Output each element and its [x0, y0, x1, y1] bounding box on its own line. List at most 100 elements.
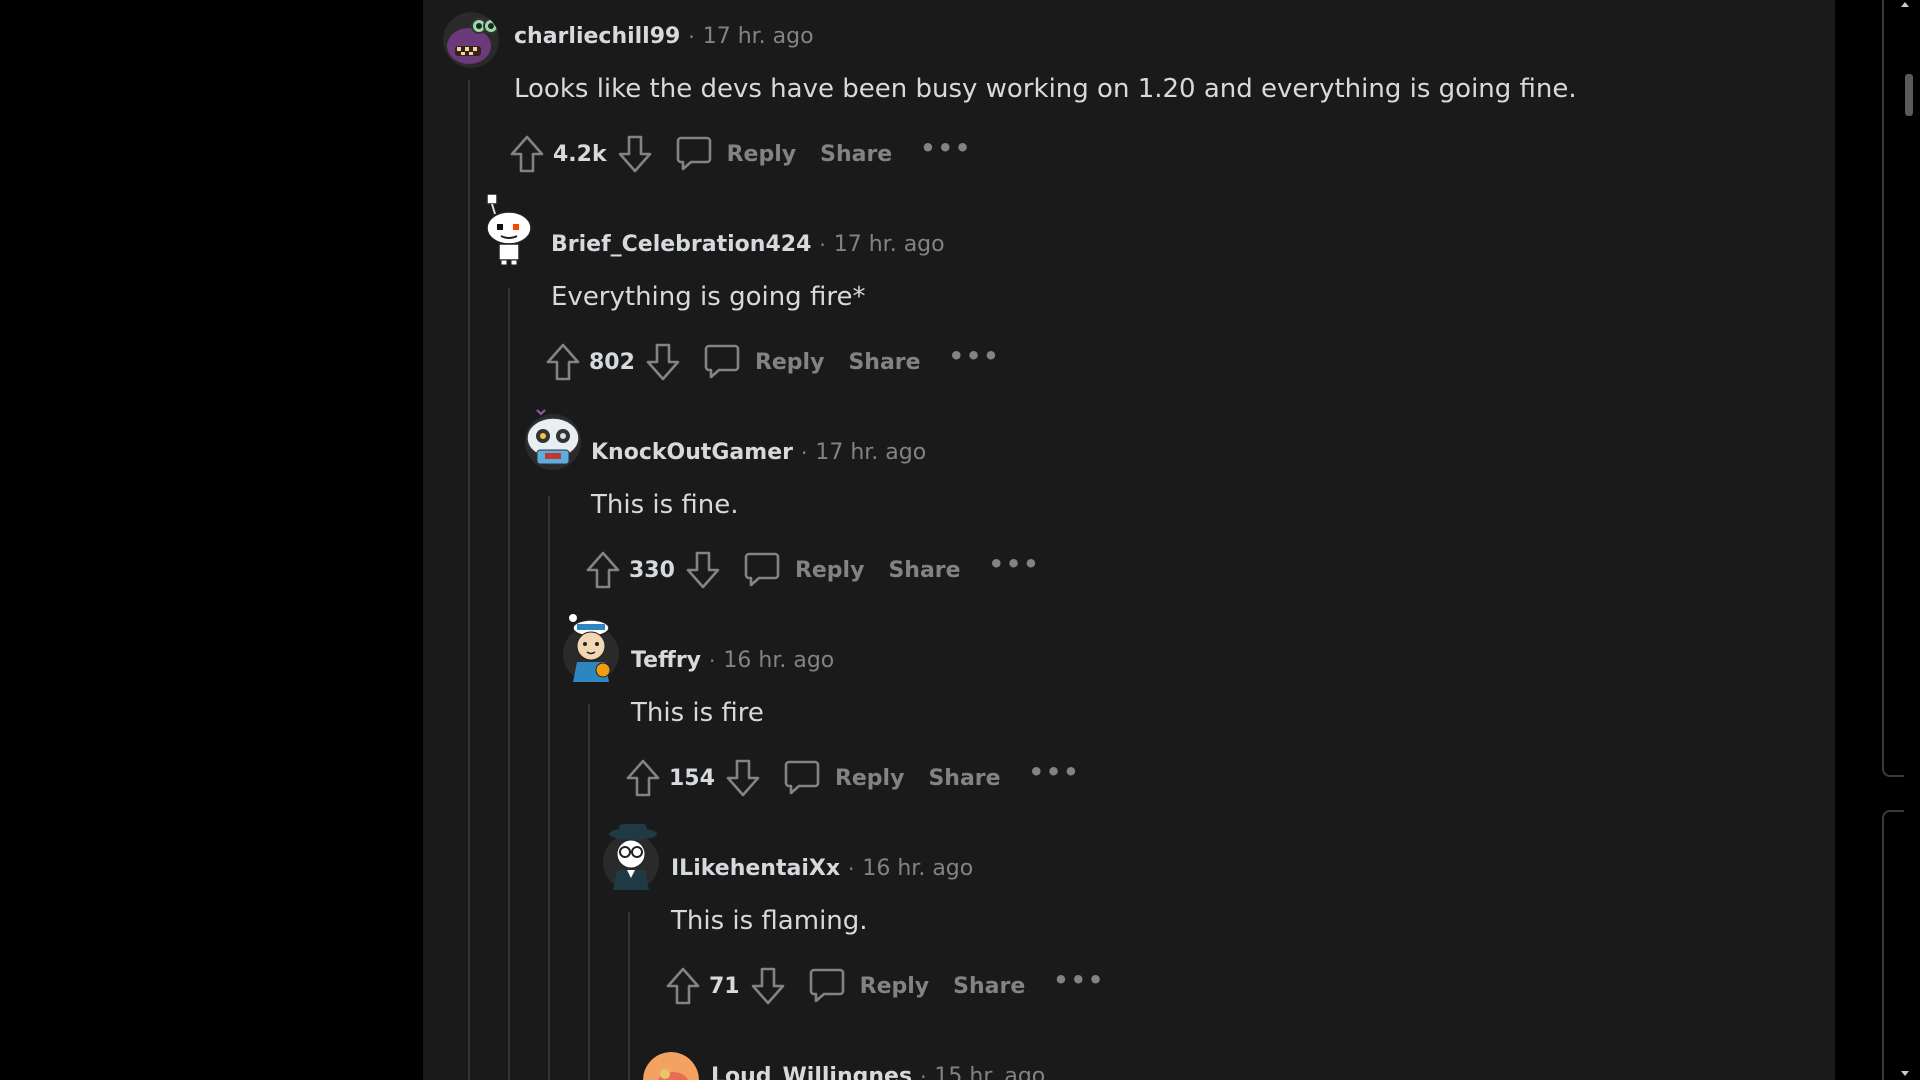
reply-button[interactable]: Reply [743, 551, 865, 589]
timestamp[interactable]: 17 hr. ago [834, 232, 945, 257]
downvote-arrow-icon [751, 967, 784, 1005]
reply-label: Reply [754, 349, 825, 375]
avatar[interactable] [483, 193, 539, 266]
avatar[interactable] [443, 12, 499, 68]
timestamp[interactable]: 17 hr. ago [815, 440, 926, 465]
downvote-arrow-icon [646, 343, 680, 381]
comment-meta: Loud_Willingnes · 15 hr. ago [711, 1064, 1045, 1080]
comment-body: This is fine. [591, 490, 739, 520]
avatar[interactable] [603, 824, 659, 890]
avatar[interactable] [523, 409, 581, 470]
share-label: Share [928, 765, 1001, 791]
timestamp[interactable]: 15 hr. ago [934, 1064, 1045, 1080]
comment-actions: 4.2k Reply Share ••• [507, 132, 972, 176]
sailor-avatar-icon [563, 614, 619, 682]
scrollbar-thumb[interactable] [1905, 74, 1913, 116]
more-options-icon: ••• [988, 550, 1041, 578]
share-button[interactable]: Share [953, 974, 1025, 999]
upvote-button[interactable] [623, 756, 663, 800]
thread-line-level-3[interactable] [548, 496, 550, 1080]
more-options-button[interactable]: ••• [949, 344, 1001, 368]
downvote-arrow-icon [686, 551, 720, 589]
share-button[interactable]: Share [928, 766, 1000, 791]
reply-button[interactable]: Reply [783, 759, 904, 797]
share-label: Share [820, 141, 893, 167]
comment-actions: 71 Reply Share ••• [663, 964, 1105, 1008]
author-link[interactable]: ILikehentaiXx [671, 856, 840, 881]
comment-actions: 802 Reply Share ••• [543, 340, 1001, 384]
thread-line-level-5[interactable] [628, 912, 630, 1080]
share-button[interactable]: Share [820, 142, 892, 167]
share-label: Share [888, 557, 961, 583]
meta-separator: · [920, 1064, 927, 1080]
more-options-button[interactable]: ••• [1029, 760, 1081, 784]
author-link[interactable]: Teffry [631, 648, 701, 673]
comment-bubble-icon [676, 136, 711, 171]
comment-meta: Brief_Celebration424 · 17 hr. ago [551, 232, 945, 257]
author-link[interactable]: Brief_Celebration424 [551, 232, 811, 257]
comment-bubble-icon [809, 968, 844, 1003]
upvote-arrow-icon [546, 343, 580, 381]
thread-line-level-2[interactable] [508, 288, 510, 1080]
comment-thread-panel: charliechill99 · 17 hr. ago Looks like t… [423, 0, 1835, 1080]
comment-body: This is fire [631, 698, 764, 728]
avatar[interactable] [643, 1052, 699, 1080]
timestamp[interactable]: 16 hr. ago [723, 648, 834, 673]
comment-meta: ILikehentaiXx · 16 hr. ago [671, 856, 973, 881]
downvote-arrow-icon [618, 135, 651, 173]
avatar[interactable] [563, 614, 619, 682]
side-panel-edge [1882, 810, 1904, 1080]
upvote-arrow-icon [586, 551, 620, 589]
reply-button[interactable]: Reply [703, 343, 825, 381]
downvote-button[interactable] [748, 964, 788, 1008]
timestamp[interactable]: 17 hr. ago [703, 24, 814, 49]
comment-meta: KnockOutGamer · 17 hr. ago [591, 440, 926, 465]
downvote-button[interactable] [723, 756, 763, 800]
upvote-button[interactable] [583, 548, 623, 592]
scroll-up-arrow-icon[interactable] [1901, 2, 1909, 7]
upvote-arrow-icon [510, 135, 544, 173]
author-link[interactable]: KnockOutGamer [591, 440, 793, 465]
author-link[interactable]: charliechill99 [514, 24, 680, 49]
comment-body: This is flaming. [671, 906, 868, 936]
downvote-button[interactable] [643, 340, 683, 384]
scroll-down-arrow-icon[interactable] [1901, 1071, 1909, 1076]
vote-score: 154 [669, 765, 715, 791]
meta-separator: · [819, 232, 826, 257]
share-label: Share [848, 349, 921, 375]
more-options-button[interactable]: ••• [989, 552, 1041, 576]
downvote-arrow-icon [726, 759, 760, 797]
upvote-button[interactable] [507, 132, 547, 176]
share-button[interactable]: Share [848, 350, 920, 375]
timestamp[interactable]: 16 hr. ago [862, 856, 973, 881]
reply-label: Reply [726, 141, 797, 167]
more-options-button[interactable]: ••• [1053, 968, 1105, 992]
vote-score: 802 [589, 349, 635, 375]
thread-line-level-1[interactable] [468, 80, 470, 1080]
reply-button[interactable]: Reply [675, 135, 797, 173]
comment-meta: charliechill99 · 17 hr. ago [514, 24, 814, 49]
snoo-avatar-icon [486, 193, 532, 266]
upvote-button[interactable] [663, 964, 703, 1008]
downvote-button[interactable] [615, 132, 655, 176]
comment-bubble-icon [744, 552, 780, 587]
downvote-button[interactable] [683, 548, 723, 592]
detective-avatar-icon [603, 824, 659, 890]
comment-actions: 154 Reply Share ••• [623, 756, 1081, 800]
reply-label: Reply [794, 557, 865, 583]
author-link[interactable]: Loud_Willingnes [711, 1064, 912, 1080]
upvote-arrow-icon [626, 759, 660, 797]
reply-button[interactable]: Reply [808, 967, 929, 1005]
upvote-button[interactable] [543, 340, 583, 384]
thread-line-level-4[interactable] [588, 704, 590, 1080]
vote-score: 4.2k [553, 141, 607, 167]
meta-separator: · [848, 856, 855, 881]
meta-separator: · [709, 648, 716, 673]
upvote-arrow-icon [666, 967, 700, 1005]
more-options-button[interactable]: ••• [920, 136, 972, 160]
comment-body: Everything is going fire* [551, 282, 866, 312]
share-button[interactable]: Share [888, 558, 960, 583]
comment-bubble-icon [784, 760, 820, 795]
vote-score: 71 [709, 973, 740, 999]
page: charliechill99 · 17 hr. ago Looks like t… [0, 0, 1920, 1080]
